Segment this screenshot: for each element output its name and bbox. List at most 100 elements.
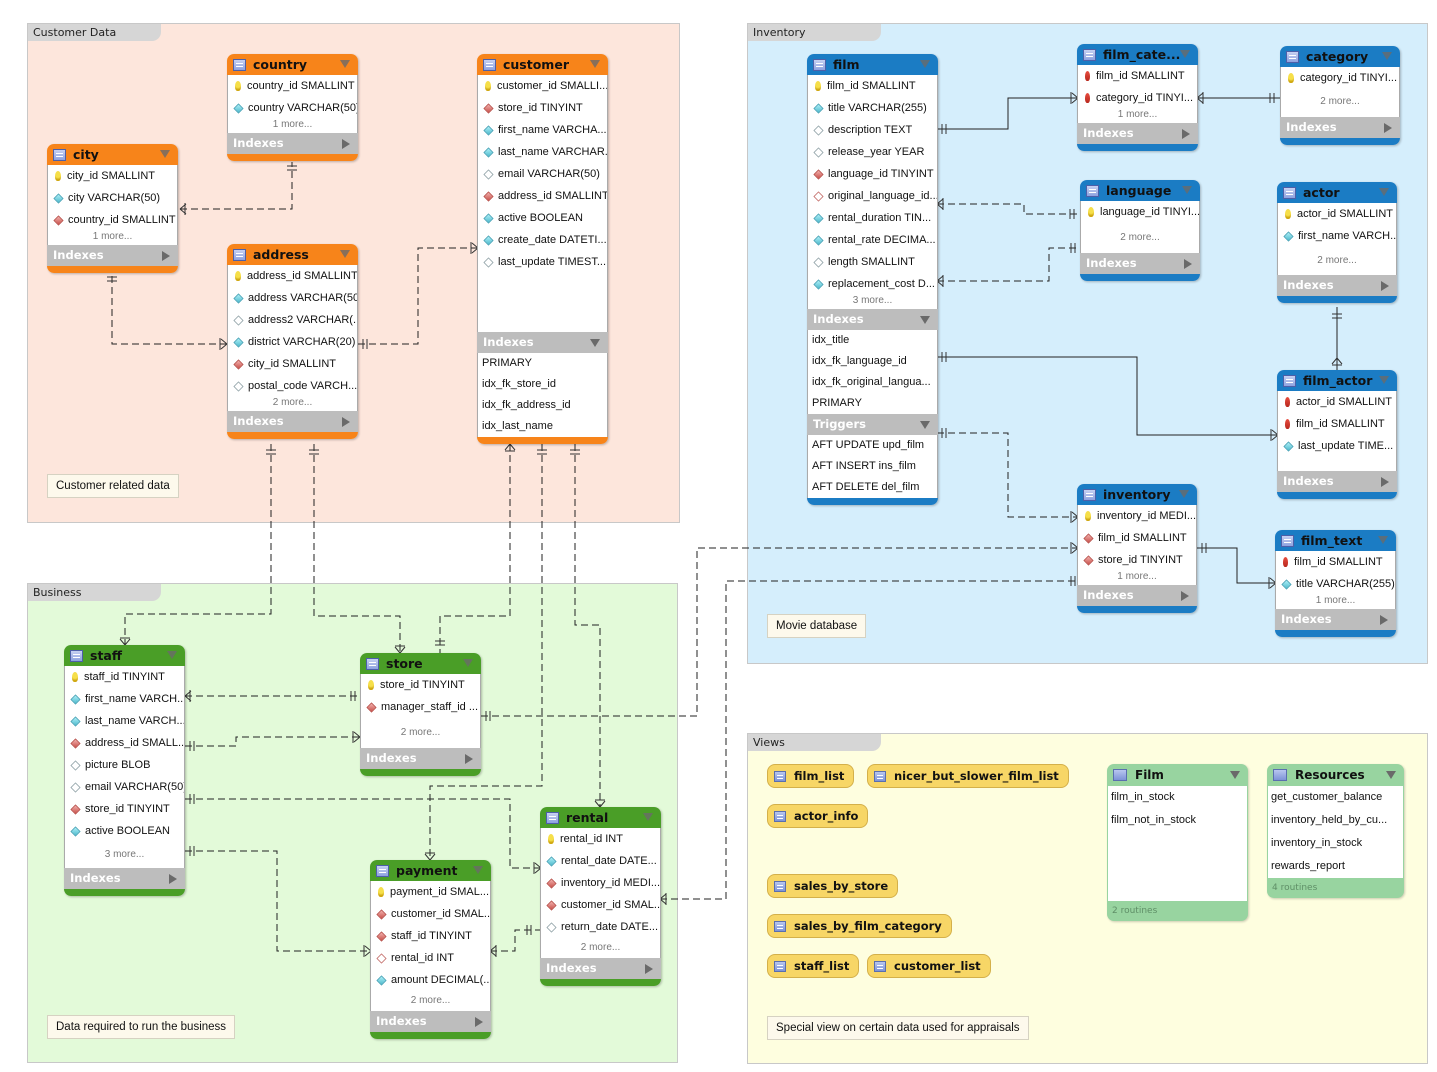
more-columns[interactable]: 2 more... [1281,89,1399,117]
table-film-category[interactable]: film_cate... film_id SMALLINT category_i… [1077,44,1198,151]
column-row[interactable]: store_id TINYINT [361,674,480,696]
collapse-arrow-icon[interactable] [1182,186,1192,194]
column-row[interactable]: replacement_cost D... [808,273,937,295]
view-sales-by-film-category[interactable]: sales_by_film_category [767,914,952,938]
view-film-list[interactable]: film_list [767,764,855,788]
column-row[interactable]: staff_id TINYINT [65,666,184,688]
indexes-section[interactable]: Indexes [227,411,358,432]
indexes-section[interactable]: Indexes [807,309,938,330]
indexes-section[interactable]: Indexes [360,748,481,769]
expand-arrow-icon[interactable] [1181,591,1189,601]
indexes-section[interactable]: Indexes [47,245,178,266]
trigger-item[interactable]: AFT INSERT ins_film [808,456,937,477]
more-columns[interactable]: 3 more... [808,295,937,309]
table-payment[interactable]: payment payment_id SMAL... customer_id S… [370,860,491,1039]
view-customer-list[interactable]: customer_list [867,954,991,978]
indexes-section[interactable]: Indexes [1080,253,1200,274]
table-header[interactable]: rental [540,807,661,828]
more-columns[interactable]: 2 more... [1278,247,1396,275]
column-row[interactable]: city_id SMALLINT [228,353,357,375]
table-header[interactable]: customer [477,54,608,75]
indexes-section[interactable]: Indexes [1277,471,1397,492]
indexes-section[interactable]: Indexes [370,1011,491,1032]
column-row[interactable]: film_id SMALLINT [1278,413,1396,435]
index-item[interactable]: PRIMARY [478,353,607,374]
column-row[interactable]: title VARCHAR(255) [808,97,937,119]
column-row[interactable]: last_name VARCH... [65,710,184,732]
column-row[interactable]: category_id TINYI... [1281,67,1399,89]
column-row[interactable]: district VARCHAR(20) [228,331,357,353]
routine-item[interactable]: rewards_report [1268,855,1403,878]
more-columns[interactable]: 2 more... [1081,223,1199,253]
table-header[interactable]: language [1080,180,1200,201]
column-row[interactable]: film_id SMALLINT [1276,551,1395,573]
index-item[interactable]: PRIMARY [808,393,937,414]
column-row[interactable]: manager_staff_id ... [361,696,480,718]
table-address[interactable]: address address_id SMALLINT address VARC… [227,244,358,439]
indexes-section[interactable]: Indexes [1275,609,1396,630]
column-row[interactable]: customer_id SMALLI... [478,75,607,97]
routine-item[interactable]: inventory_in_stock [1268,832,1403,855]
column-row[interactable]: email VARCHAR(50) [478,163,607,185]
indexes-section[interactable]: Indexes [64,868,185,889]
collapse-arrow-icon[interactable] [1180,50,1190,58]
column-row[interactable]: store_id TINYINT [478,97,607,119]
routine-item[interactable]: film_in_stock [1108,786,1247,809]
table-city[interactable]: city city_id SMALLINT city VARCHAR(50) c… [47,144,178,273]
indexes-section[interactable]: Indexes [1077,585,1197,606]
column-row[interactable]: store_id TINYINT [1078,549,1196,571]
column-row[interactable]: customer_id SMAL... [541,894,660,916]
column-row[interactable]: film_id SMALLINT [1078,65,1197,87]
view-staff-list[interactable]: staff_list [767,954,860,978]
column-row[interactable]: address2 VARCHAR(... [228,309,357,331]
column-row[interactable]: active BOOLEAN [65,820,184,842]
routine-item[interactable]: film_not_in_stock [1108,809,1247,832]
collapse-arrow-icon[interactable] [643,813,653,821]
column-row[interactable]: country VARCHAR(50) [228,97,357,119]
table-header[interactable]: film [807,54,938,75]
index-item[interactable]: idx_fk_original_langua... [808,372,937,393]
column-row[interactable]: country_id SMALLINT [228,75,357,97]
table-store[interactable]: store store_id TINYINT manager_staff_id … [360,653,481,776]
collapse-arrow-icon[interactable] [1378,536,1388,544]
expand-arrow-icon[interactable] [1184,259,1192,269]
expand-arrow-icon[interactable] [342,417,350,427]
collapse-arrow-icon[interactable] [1386,771,1396,779]
column-row[interactable]: country_id SMALLINT [48,209,177,231]
column-row[interactable]: rental_id INT [371,947,490,969]
column-row[interactable]: city_id SMALLINT [48,165,177,187]
column-row[interactable]: create_date DATETI... [478,229,607,251]
collapse-arrow-icon[interactable] [590,60,600,68]
more-columns[interactable]: 1 more... [48,231,177,245]
column-row[interactable]: first_name VARCHA... [478,119,607,141]
table-header[interactable]: film_cate... [1077,44,1198,65]
index-item[interactable]: idx_fk_language_id [808,351,937,372]
table-header[interactable]: payment [370,860,491,881]
more-columns[interactable]: 2 more... [541,938,660,958]
routine-group-film[interactable]: Film film_in_stock film_not_in_stock 2 r… [1107,764,1248,921]
table-header[interactable]: address [227,244,358,265]
table-film-actor[interactable]: film_actor actor_id SMALLINT film_id SMA… [1277,370,1397,499]
triggers-section[interactable]: Triggers [807,414,938,435]
collapse-arrow-icon[interactable] [1379,376,1389,384]
column-row[interactable]: amount DECIMAL(... [371,969,490,991]
table-header[interactable]: inventory [1077,484,1197,505]
table-header[interactable]: country [227,54,358,75]
column-row[interactable]: last_update TIMEST... [478,251,607,273]
table-category[interactable]: category category_id TINYI... 2 more... … [1280,46,1400,145]
collapse-arrow-icon[interactable] [1179,490,1189,498]
more-columns[interactable]: 1 more... [1078,571,1196,585]
routine-group-resources[interactable]: Resources get_customer_balance inventory… [1267,764,1404,898]
expand-arrow-icon[interactable] [465,754,473,764]
index-item[interactable]: idx_last_name [478,416,607,437]
column-row[interactable]: actor_id SMALLINT [1278,391,1396,413]
expand-arrow-icon[interactable] [645,964,653,974]
indexes-section[interactable]: Indexes [227,133,358,154]
column-row[interactable]: title VARCHAR(255) [1276,573,1395,595]
column-row[interactable]: address_id SMALLINT [478,185,607,207]
column-row[interactable]: address_id SMALLINT [228,265,357,287]
collapse-arrow-icon[interactable] [160,150,170,158]
table-actor[interactable]: actor actor_id SMALLINT first_name VARCH… [1277,182,1397,303]
expand-arrow-icon[interactable] [169,874,177,884]
table-staff[interactable]: staff staff_id TINYINT first_name VARCH.… [64,645,185,896]
